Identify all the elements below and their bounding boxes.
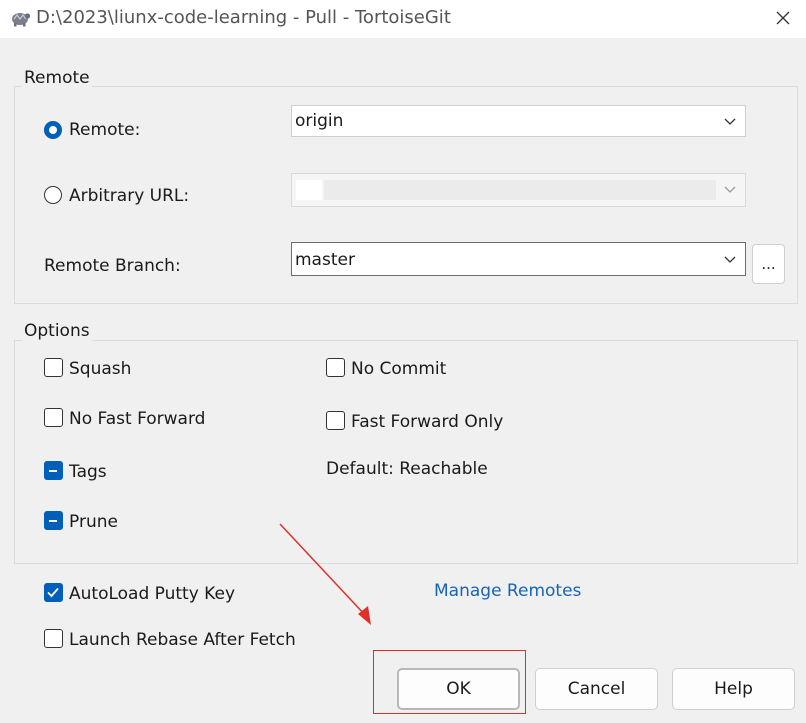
tags-checkbox[interactable]	[44, 461, 63, 480]
tortoise-icon	[12, 13, 31, 27]
remote-select[interactable]: origin	[291, 105, 746, 137]
no-fast-forward-label[interactable]: No Fast Forward	[69, 409, 205, 429]
autoload-putty-checkbox[interactable]	[44, 583, 63, 602]
arbitrary-url-label[interactable]: Arbitrary URL:	[69, 186, 189, 206]
chevron-down-icon	[724, 118, 736, 125]
no-fast-forward-checkbox[interactable]	[44, 408, 63, 427]
browse-branch-button[interactable]: ...	[752, 244, 785, 284]
fast-forward-only-checkbox[interactable]	[326, 411, 345, 430]
remote-radio[interactable]	[44, 121, 62, 139]
help-button[interactable]: Help	[672, 668, 795, 710]
autoload-putty-label[interactable]: AutoLoad Putty Key	[69, 584, 235, 604]
remote-select-value: origin	[295, 111, 344, 131]
launch-rebase-checkbox[interactable]	[44, 629, 63, 648]
arbitrary-url-combo[interactable]	[291, 173, 746, 207]
prune-label[interactable]: Prune	[69, 512, 118, 532]
remote-branch-value: master	[295, 250, 355, 270]
no-commit-label[interactable]: No Commit	[351, 359, 446, 379]
prune-checkbox[interactable]	[44, 511, 63, 530]
no-commit-checkbox[interactable]	[326, 358, 345, 377]
cancel-button[interactable]: Cancel	[535, 668, 658, 710]
squash-checkbox[interactable]	[44, 358, 63, 377]
title-bar: D:\2023\liunx-code-learning - Pull - Tor…	[0, 0, 806, 38]
remote-branch-select[interactable]: master	[291, 242, 746, 276]
arbitrary-url-radio[interactable]	[44, 186, 62, 204]
remote-radio-label[interactable]: Remote:	[69, 120, 140, 140]
manage-remotes-link[interactable]: Manage Remotes	[434, 581, 581, 601]
ok-highlight-box	[373, 650, 526, 714]
checkmark-icon	[47, 587, 59, 598]
options-group-title: Options	[22, 321, 92, 341]
remote-branch-label: Remote Branch:	[44, 256, 181, 276]
close-icon	[776, 11, 790, 25]
close-button[interactable]	[760, 0, 806, 36]
fast-forward-only-label[interactable]: Fast Forward Only	[351, 412, 503, 432]
remote-group-title: Remote	[22, 68, 92, 88]
tags-label[interactable]: Tags	[69, 462, 107, 482]
window-title: D:\2023\liunx-code-learning - Pull - Tor…	[36, 7, 451, 28]
chevron-down-icon	[724, 256, 736, 263]
chevron-down-icon	[724, 186, 736, 193]
default-reachable-text: Default: Reachable	[326, 459, 488, 479]
launch-rebase-label[interactable]: Launch Rebase After Fetch	[69, 630, 296, 650]
squash-label[interactable]: Squash	[69, 359, 131, 379]
